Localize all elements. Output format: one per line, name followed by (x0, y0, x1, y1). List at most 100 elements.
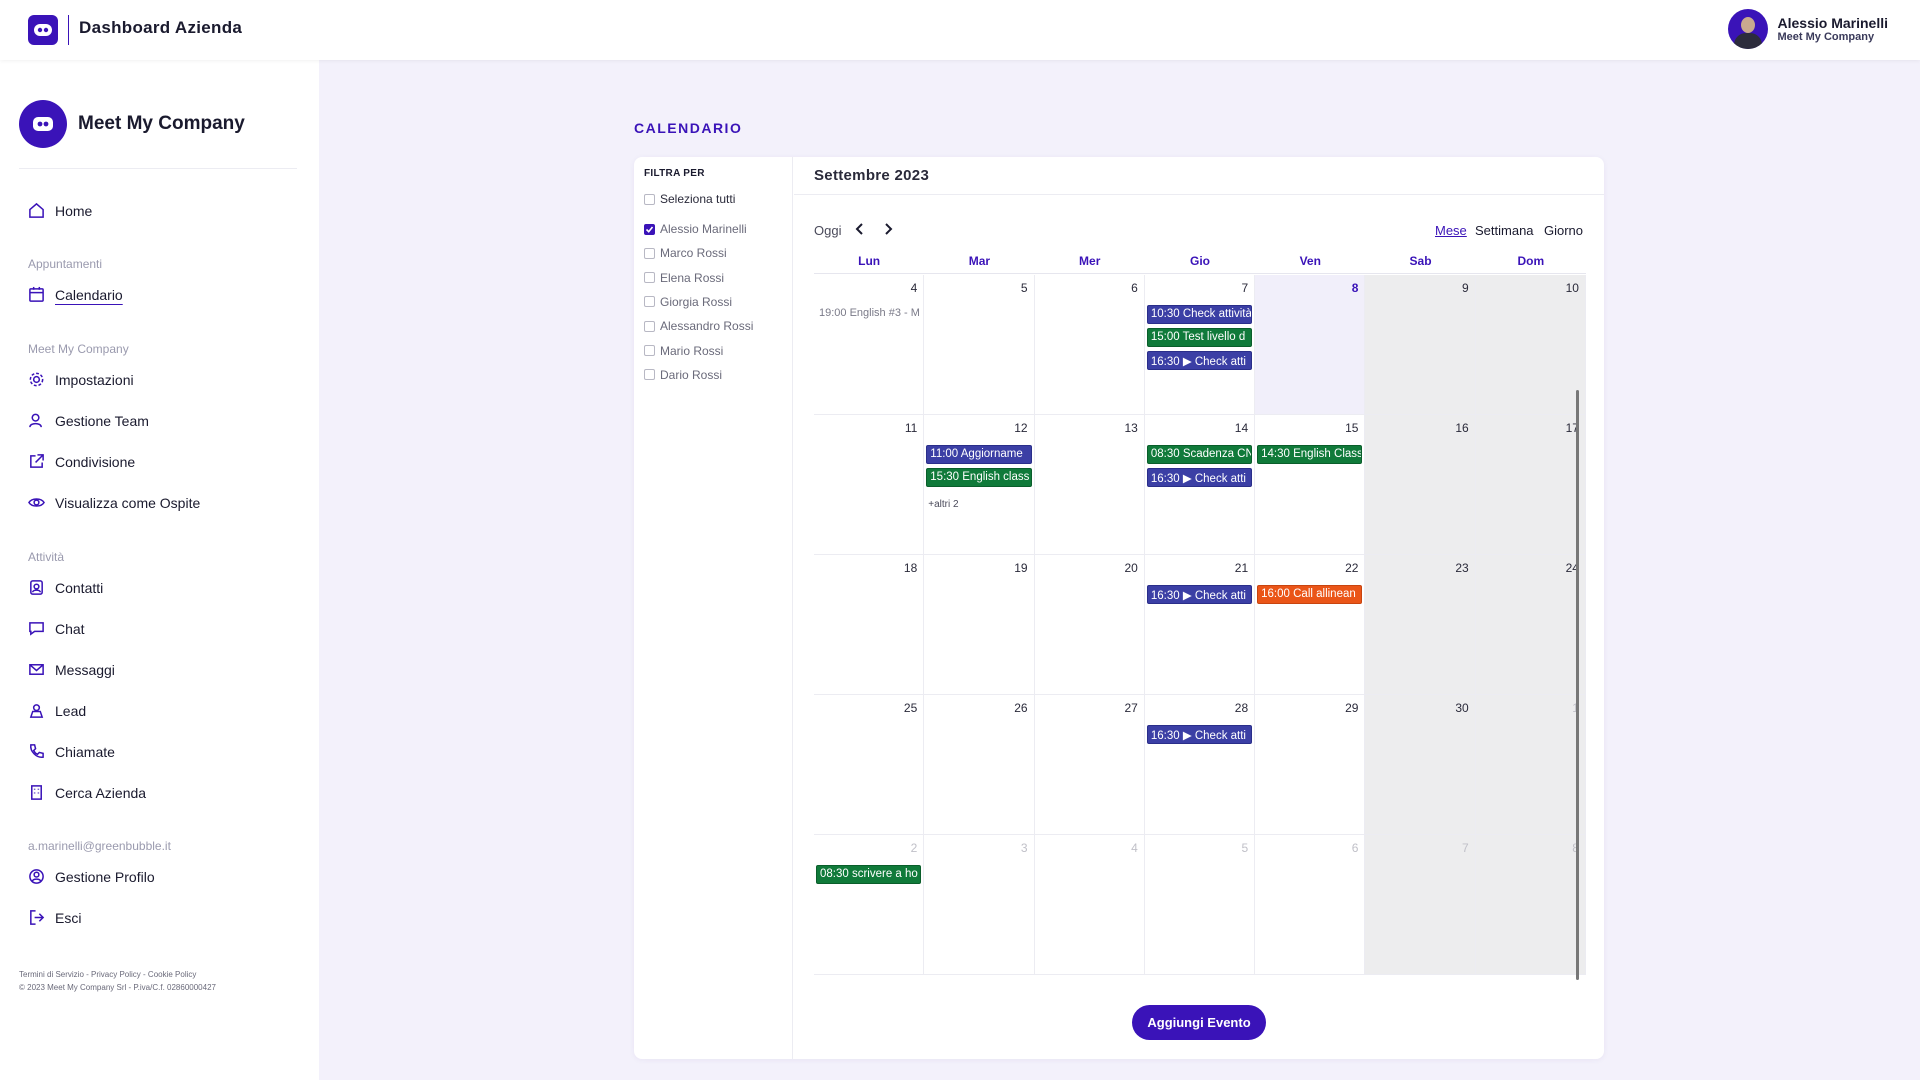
calendar-day-cell[interactable]: 28 16:30 ▶ Check atti (1144, 695, 1256, 835)
day-number[interactable]: 14 (1235, 421, 1248, 435)
day-number[interactable]: 6 (1131, 281, 1138, 295)
checkbox[interactable] (644, 369, 655, 381)
day-number[interactable]: 11 (905, 421, 917, 435)
day-number[interactable]: 27 (1124, 701, 1137, 715)
day-number[interactable]: 10 (1566, 281, 1579, 295)
day-number[interactable]: 8 (1352, 281, 1359, 295)
calendar-day-cell[interactable]: 1 (1475, 695, 1586, 835)
footer-legal-links[interactable]: Termini di Servizio - Privacy Policy - C… (19, 968, 216, 981)
sidebar-item-gestione-team[interactable]: Gestione Team (28, 412, 149, 429)
calendar-day-cell[interactable]: 8 (1475, 835, 1586, 975)
filter-person[interactable]: Giorgia Rossi (644, 295, 732, 309)
filter-person[interactable]: Mario Rossi (644, 344, 723, 358)
checkbox[interactable] (644, 272, 655, 284)
calendar-day-cell[interactable]: 30 (1365, 695, 1476, 835)
calendar-day-cell[interactable]: 26 (924, 695, 1035, 835)
day-number[interactable]: 5 (1021, 281, 1028, 295)
filter-person[interactable]: Dario Rossi (644, 368, 722, 382)
next-month-button[interactable] (880, 221, 896, 237)
calendar-day-cell[interactable]: 16 (1365, 415, 1476, 555)
calendar-day-cell[interactable]: 29 (1255, 695, 1366, 835)
app-logo-icon[interactable] (28, 15, 58, 45)
calendar-day-cell[interactable]: 2 08:30 scrivere a ho (814, 835, 925, 975)
day-number[interactable]: 30 (1455, 701, 1468, 715)
day-number[interactable]: 3 (1021, 841, 1028, 855)
day-number[interactable]: 18 (904, 561, 917, 575)
checkbox[interactable] (644, 223, 655, 235)
day-number[interactable]: 12 (1014, 421, 1027, 435)
calendar-event[interactable]: 16:30 ▶ Check atti (1146, 585, 1253, 604)
checkbox[interactable] (644, 247, 655, 259)
calendar-event[interactable]: 15:00 Test livello d (1146, 328, 1253, 347)
calendar-day-cell[interactable]: 20 (1034, 555, 1145, 695)
calendar-event[interactable]: 14:30 English Class (1257, 445, 1363, 464)
calendar-event[interactable]: 08:30 Scadenza CN (1146, 445, 1253, 464)
calendar-event[interactable]: 10:30 Check attività (1146, 305, 1253, 324)
filter-person[interactable]: Elena Rossi (644, 271, 724, 285)
sidebar-item-contatti[interactable]: Contatti (28, 579, 103, 596)
sidebar-item-calendario[interactable]: Calendario (28, 286, 123, 303)
calendar-day-cell[interactable]: 7 10:30 Check attività 15:00 Test livello … (1144, 275, 1256, 415)
day-number[interactable]: 20 (1124, 561, 1137, 575)
calendar-day-cell[interactable]: 6 (1034, 275, 1145, 415)
day-number[interactable]: 16 (1455, 421, 1468, 435)
calendar-day-cell[interactable]: 27 (1034, 695, 1145, 835)
calendar-day-cell[interactable]: 19 (924, 555, 1035, 695)
calendar-event[interactable]: 16:00 Call allinean (1257, 585, 1363, 604)
calendar-event[interactable]: 08:30 scrivere a ho (816, 865, 922, 884)
day-number[interactable]: 9 (1462, 281, 1469, 295)
sidebar-item-chat[interactable]: Chat (28, 620, 85, 637)
day-number[interactable]: 6 (1352, 841, 1359, 855)
day-number[interactable]: 26 (1014, 701, 1027, 715)
filter-select-all[interactable]: Seleziona tutti (644, 192, 735, 206)
day-number[interactable]: 29 (1345, 701, 1358, 715)
calendar-day-cell[interactable]: 14 08:30 Scadenza CN 16:30 ▶ Check atti (1144, 415, 1256, 555)
calendar-event[interactable]: 11:00 Aggiorname (926, 445, 1032, 464)
day-number[interactable]: 7 (1241, 281, 1248, 295)
calendar-day-cell[interactable]: 13 (1034, 415, 1145, 555)
calendar-day-cell[interactable]: 18 (814, 555, 925, 695)
calendar-day-cell[interactable]: 10 (1475, 275, 1586, 415)
calendar-day-cell[interactable]: 12 11:00 Aggiorname 15:30 English class +al… (924, 415, 1035, 555)
calendar-day-cell[interactable]: 3 (924, 835, 1035, 975)
checkbox[interactable] (644, 320, 655, 332)
sidebar-item-cerca-azienda[interactable]: Cerca Azienda (28, 784, 146, 801)
calendar-event[interactable]: 16:30 ▶ Check atti (1146, 468, 1253, 487)
checkbox[interactable] (644, 345, 655, 356)
day-number[interactable]: 2 (911, 841, 918, 855)
more-events-link[interactable]: +altri 2 (928, 499, 958, 510)
sidebar-item-gestione-profilo[interactable]: Gestione Profilo (28, 868, 155, 885)
checkbox[interactable] (644, 296, 655, 308)
sidebar-item-home[interactable]: Home (28, 202, 92, 219)
day-number[interactable]: 4 (1131, 841, 1138, 855)
sidebar-item-condivisione[interactable]: Condivisione (28, 453, 135, 470)
day-number[interactable]: 21 (1235, 561, 1248, 575)
calendar-scrollbar[interactable] (1576, 390, 1579, 980)
sidebar-item-esci[interactable]: Esci (28, 909, 81, 926)
day-number[interactable]: 23 (1455, 561, 1468, 575)
sidebar-item-lead[interactable]: Lead (28, 702, 86, 719)
calendar-day-cell[interactable]: 6 (1255, 835, 1366, 975)
calendar-day-cell[interactable]: 8 (1255, 275, 1366, 415)
day-number[interactable]: 5 (1241, 841, 1248, 855)
view-month-button[interactable]: Mese (1435, 223, 1467, 238)
view-day-button[interactable]: Giorno (1544, 223, 1583, 238)
sidebar-item-chiamate[interactable]: Chiamate (28, 743, 115, 760)
calendar-event[interactable]: 16:30 ▶ Check atti (1146, 725, 1253, 744)
sidebar-item-messaggi[interactable]: Messaggi (28, 661, 115, 678)
calendar-event[interactable]: 15:30 English class (926, 468, 1032, 487)
calendar-day-cell[interactable]: 23 (1365, 555, 1476, 695)
calendar-day-cell[interactable]: 21 16:30 ▶ Check atti (1144, 555, 1256, 695)
day-number[interactable]: 22 (1345, 561, 1358, 575)
prev-month-button[interactable] (852, 221, 868, 237)
filter-person[interactable]: Alessio Marinelli (644, 222, 747, 236)
day-number[interactable]: 13 (1124, 421, 1137, 435)
filter-person[interactable]: Alessandro Rossi (644, 319, 753, 333)
day-number[interactable]: 28 (1235, 701, 1248, 715)
calendar-event[interactable]: 16:30 ▶ Check atti (1146, 351, 1253, 370)
add-event-button[interactable]: Aggiungi Evento (1132, 1005, 1266, 1040)
calendar-day-cell[interactable]: 25 (814, 695, 925, 835)
calendar-day-cell[interactable]: 11 (814, 415, 925, 555)
day-number[interactable]: 4 (911, 281, 918, 295)
calendar-day-cell[interactable]: 22 16:00 Call allinean (1255, 555, 1366, 695)
